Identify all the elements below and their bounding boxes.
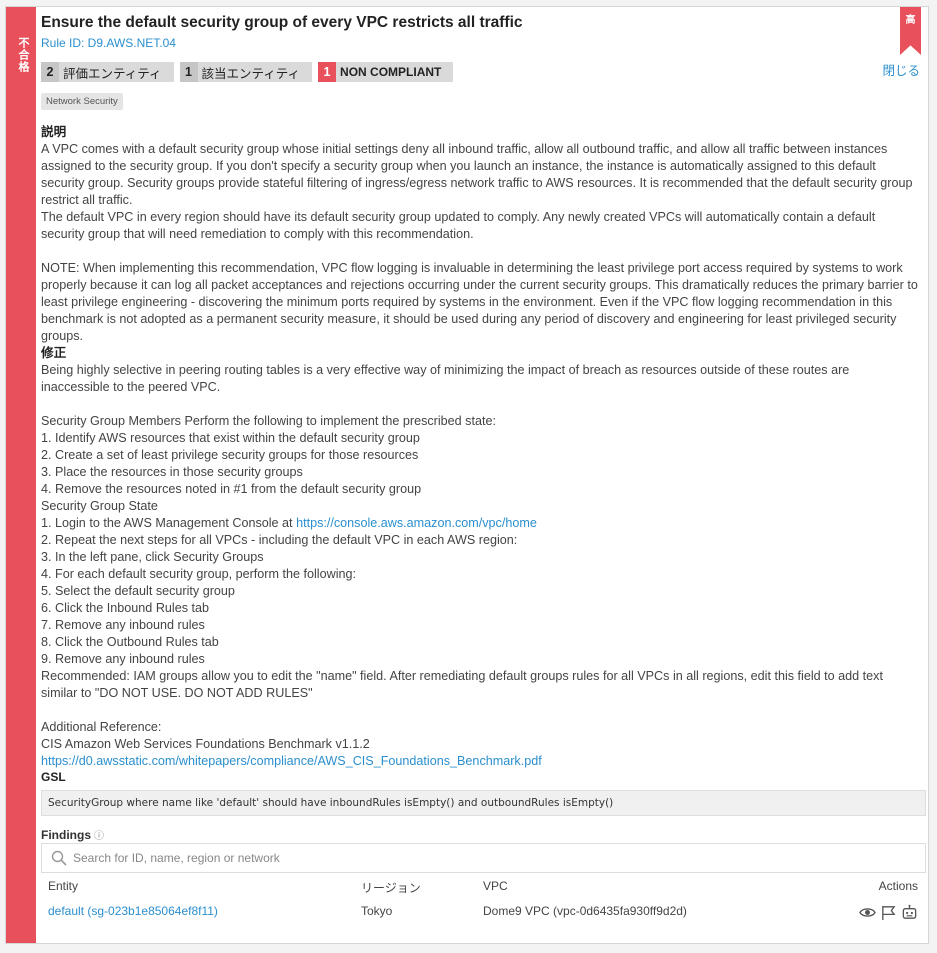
remediation-paragraph: Being highly selective in peering routin… bbox=[41, 363, 850, 394]
row-actions bbox=[859, 904, 918, 921]
status-sidebar: 不合格 bbox=[6, 7, 36, 943]
badge-count: 1 bbox=[179, 62, 198, 82]
evaluated-entities-badge: 2 評価エンティティ bbox=[41, 62, 174, 82]
badge-label: 評価エンティティ bbox=[63, 66, 162, 81]
findings-heading: Findings ⓘ bbox=[41, 827, 104, 842]
findings-label: Findings bbox=[41, 828, 91, 842]
gsl-heading: GSL bbox=[41, 770, 66, 784]
severity-label: 高 bbox=[905, 15, 916, 26]
state-step: 8. Click the Outbound Rules tab bbox=[41, 635, 219, 649]
remediation-heading: 修正 bbox=[41, 346, 67, 360]
search-icon bbox=[51, 850, 67, 866]
flag-icon[interactable] bbox=[880, 904, 897, 921]
vpc-cell: Dome9 VPC (vpc-0d6435fa930ff9d2d) bbox=[483, 904, 687, 918]
findings-search bbox=[41, 843, 926, 873]
description-note: NOTE: When implementing this recommendat… bbox=[41, 261, 918, 343]
description-heading: 説明 bbox=[41, 125, 67, 139]
reference-heading: Additional Reference: bbox=[41, 720, 162, 734]
eye-icon[interactable] bbox=[859, 904, 876, 921]
badge-label: 該当エンティティ bbox=[201, 66, 301, 81]
members-intro: Security Group Members Perform the follo… bbox=[41, 414, 496, 428]
state-step: 1. Login to the AWS Management Console a… bbox=[41, 515, 918, 532]
state-step: 7. Remove any inbound rules bbox=[41, 618, 205, 632]
category-tag: Network Security bbox=[41, 93, 123, 110]
description-paragraph: The default VPC in every region should h… bbox=[41, 210, 876, 241]
column-region[interactable]: リージョン bbox=[361, 879, 421, 896]
gsl-code: SecurityGroup where name like 'default' … bbox=[41, 790, 926, 816]
console-link[interactable]: https://console.aws.amazon.com/vpc/home bbox=[296, 516, 537, 530]
column-entity[interactable]: Entity bbox=[48, 879, 78, 893]
state-step: 4. For each default security group, perf… bbox=[41, 567, 357, 581]
badge-count: 2 bbox=[41, 62, 59, 82]
severity-ribbon: 高 bbox=[900, 7, 921, 55]
members-step: 3. Place the resources in those security… bbox=[41, 465, 303, 479]
reference-link[interactable]: https://d0.awsstatic.com/whitepapers/com… bbox=[41, 754, 542, 768]
column-actions: Actions bbox=[878, 879, 918, 893]
rule-body: 説明 A VPC comes with a default security g… bbox=[41, 124, 918, 770]
badge-label: NON COMPLIANT bbox=[340, 65, 442, 79]
matched-entities-badge: 1 該当エンティティ bbox=[179, 62, 313, 82]
state-step: 6. Click the Inbound Rules tab bbox=[41, 601, 210, 615]
rule-content: Ensure the default security group of eve… bbox=[41, 7, 926, 943]
close-button[interactable]: 閉じる bbox=[882, 60, 920, 79]
state-step: 3. In the left pane, click Security Grou… bbox=[41, 550, 264, 564]
reference-title: CIS Amazon Web Services Foundations Benc… bbox=[41, 737, 370, 751]
stats-badges: 2 評価エンティティ 1 該当エンティティ 1 NON COMPLIANT bbox=[41, 62, 454, 82]
bot-icon[interactable] bbox=[901, 904, 918, 921]
non-compliant-badge: 1 NON COMPLIANT bbox=[318, 62, 454, 82]
region-cell: Tokyo bbox=[361, 904, 393, 918]
state-heading: Security Group State bbox=[41, 499, 158, 513]
badge-count: 1 bbox=[318, 62, 337, 82]
members-step: 2. Create a set of least privilege secur… bbox=[41, 448, 419, 462]
state-step: 2. Repeat the next steps for all VPCs - … bbox=[41, 533, 518, 547]
description-paragraph: A VPC comes with a default security grou… bbox=[41, 142, 913, 207]
state-step: 9. Remove any inbound rules bbox=[41, 652, 205, 666]
status-label: 不合格 bbox=[17, 37, 29, 73]
entity-link[interactable]: default (sg-023b1e85064ef8f11) bbox=[48, 904, 218, 918]
column-vpc[interactable]: VPC bbox=[483, 879, 508, 893]
recommended-note: Recommended: IAM groups allow you to edi… bbox=[41, 669, 883, 700]
console-prefix: 1. Login to the AWS Management Console a… bbox=[41, 516, 297, 530]
rule-id: Rule ID: D9.AWS.NET.04 bbox=[41, 36, 176, 50]
info-icon[interactable]: ⓘ bbox=[94, 831, 104, 842]
rule-detail-panel: 不合格 Ensure the default security group of… bbox=[5, 6, 929, 944]
members-step: 4. Remove the resources noted in #1 from… bbox=[41, 482, 422, 496]
rule-title: Ensure the default security group of eve… bbox=[41, 14, 523, 31]
state-step: 5. Select the default security group bbox=[41, 584, 235, 598]
search-input[interactable] bbox=[71, 850, 925, 866]
members-step: 1. Identify AWS resources that exist wit… bbox=[41, 431, 420, 445]
